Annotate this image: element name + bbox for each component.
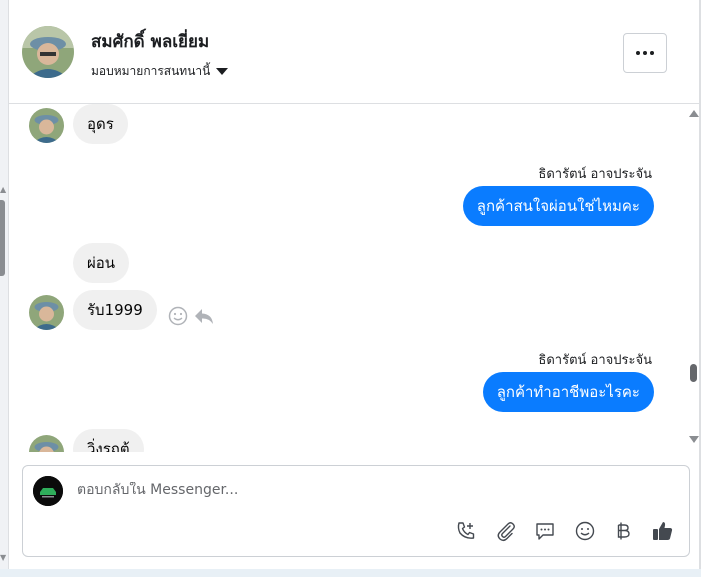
- incoming-message[interactable]: รับ1999: [73, 290, 157, 330]
- like-icon[interactable]: [650, 518, 676, 544]
- scroll-down-icon[interactable]: [689, 436, 699, 443]
- scroll-up-icon[interactable]: ▲: [0, 185, 6, 194]
- dot-icon: [650, 51, 654, 55]
- conversation-header: สมศักดิ์ พลเยี่ยม มอบหมายการสนทนานี้: [9, 0, 699, 104]
- caret-down-icon: [216, 68, 229, 75]
- contact-avatar-small[interactable]: [29, 295, 64, 330]
- reply-input[interactable]: [77, 482, 637, 498]
- contact-name: สมศักดิ์ พลเยี่ยม: [91, 32, 210, 52]
- sender-name: ธิดารัตน์ อาจประจัน: [538, 353, 652, 368]
- outgoing-message[interactable]: ลูกค้าทำอาชีพอะไรคะ: [482, 372, 654, 412]
- page-avatar: [33, 476, 63, 506]
- scrollbar-thumb[interactable]: [690, 364, 697, 382]
- incoming-message[interactable]: อุดร: [73, 104, 128, 144]
- scrollbar-thumb[interactable]: [0, 200, 5, 276]
- baht-icon[interactable]: [611, 518, 637, 544]
- call-add-icon[interactable]: [453, 518, 479, 544]
- more-options-button[interactable]: [623, 33, 667, 73]
- bottom-band: [0, 569, 701, 577]
- reply-icon[interactable]: [193, 306, 215, 330]
- attachment-icon[interactable]: [493, 518, 519, 544]
- scroll-down-icon[interactable]: ▼: [0, 553, 6, 562]
- thread-scrollbar[interactable]: [688, 104, 700, 452]
- react-emoji-icon[interactable]: [168, 306, 188, 330]
- incoming-message[interactable]: วิ่งรถตู้: [73, 429, 144, 452]
- incoming-message[interactable]: ผ่อน: [73, 243, 130, 283]
- dot-icon: [636, 51, 640, 55]
- outgoing-message[interactable]: ลูกค้าสนใจผ่อนใช่ไหมคะ: [462, 186, 654, 226]
- message-thread[interactable]: อุดร ธิดารัตน์ อาจประจัน ลูกค้าสนใจผ่อนใ…: [9, 104, 689, 452]
- saved-reply-icon[interactable]: [532, 518, 558, 544]
- emoji-icon[interactable]: [572, 518, 598, 544]
- dot-icon: [643, 51, 647, 55]
- sender-name: ธิดารัตน์ อาจประจัน: [538, 167, 652, 182]
- left-scrollbar[interactable]: ▲ ▼: [0, 0, 9, 577]
- contact-avatar-small[interactable]: [29, 108, 64, 143]
- assign-conversation-dropdown[interactable]: มอบหมายการสนทนานี้: [91, 62, 229, 81]
- contact-avatar-small[interactable]: [29, 435, 64, 452]
- assign-label: มอบหมายการสนทนานี้: [91, 64, 211, 78]
- reply-composer: [22, 465, 690, 557]
- contact-avatar[interactable]: [22, 26, 74, 78]
- scroll-up-icon[interactable]: [689, 110, 699, 117]
